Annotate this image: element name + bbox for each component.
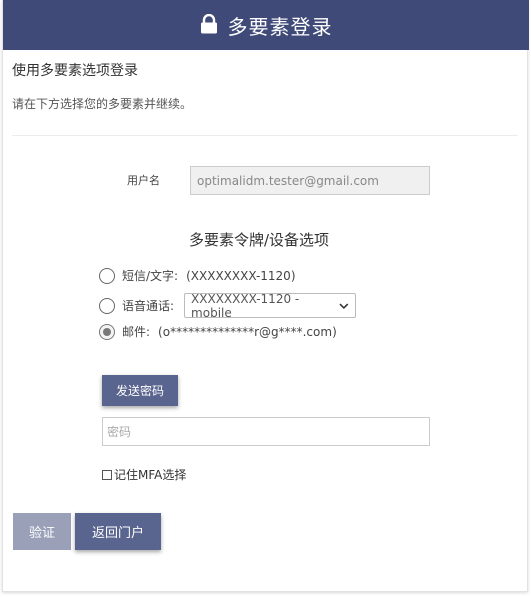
sms-radio[interactable] (99, 267, 115, 284)
mfa-option-voice[interactable]: 语音通话: XXXXXXXX-1120 - mobile (99, 291, 357, 320)
remember-checkbox[interactable] (102, 469, 112, 480)
header-bar: 多要素登录 (3, 0, 529, 50)
send-code-button[interactable]: 发送密码 (102, 375, 178, 406)
username-field[interactable]: optimalidm.tester@gmail.com (190, 166, 430, 195)
sms-label: 短信/文字: (122, 269, 179, 283)
divider (12, 135, 518, 136)
mfa-options-title: 多要素令牌/设备选项 (189, 231, 330, 249)
instructions-text: 请在下方选择您的多要素并继续。 (12, 97, 193, 111)
voice-number-select[interactable]: XXXXXXXX-1120 - mobile (184, 291, 357, 320)
sms-number: (XXXXXXXX-1120) (186, 268, 296, 283)
email-radio[interactable] (99, 323, 115, 340)
voice-radio[interactable] (99, 297, 115, 314)
email-label: 邮件: (122, 325, 151, 339)
voice-select-value: XXXXXXXX-1120 - mobile (191, 291, 300, 320)
email-address: (o**************r@g****.com) (158, 324, 337, 339)
voice-label: 语音通话: (122, 299, 175, 313)
chevron-down-icon (339, 303, 349, 309)
username-label: 用户名 (127, 174, 160, 187)
login-card: 多要素登录 使用多要素选项登录 请在下方选择您的多要素并继续。 用户名 opti… (2, 0, 529, 592)
verify-button[interactable]: 验证 (13, 513, 71, 550)
page-title: 多要素登录 (227, 14, 333, 39)
password-field[interactable]: 密码 (102, 417, 430, 446)
mfa-option-email[interactable]: 邮件: (o**************r@g****.com) (99, 323, 337, 340)
remember-mfa[interactable]: 记住MFA选择 (102, 466, 186, 483)
subtitle: 使用多要素选项登录 (12, 63, 138, 79)
back-to-portal-button[interactable]: 返回门户 (75, 513, 161, 550)
mfa-option-sms[interactable]: 短信/文字: (XXXXXXXX-1120) (99, 267, 296, 284)
remember-label: 记住MFA选择 (114, 468, 187, 482)
lock-icon (200, 13, 217, 33)
